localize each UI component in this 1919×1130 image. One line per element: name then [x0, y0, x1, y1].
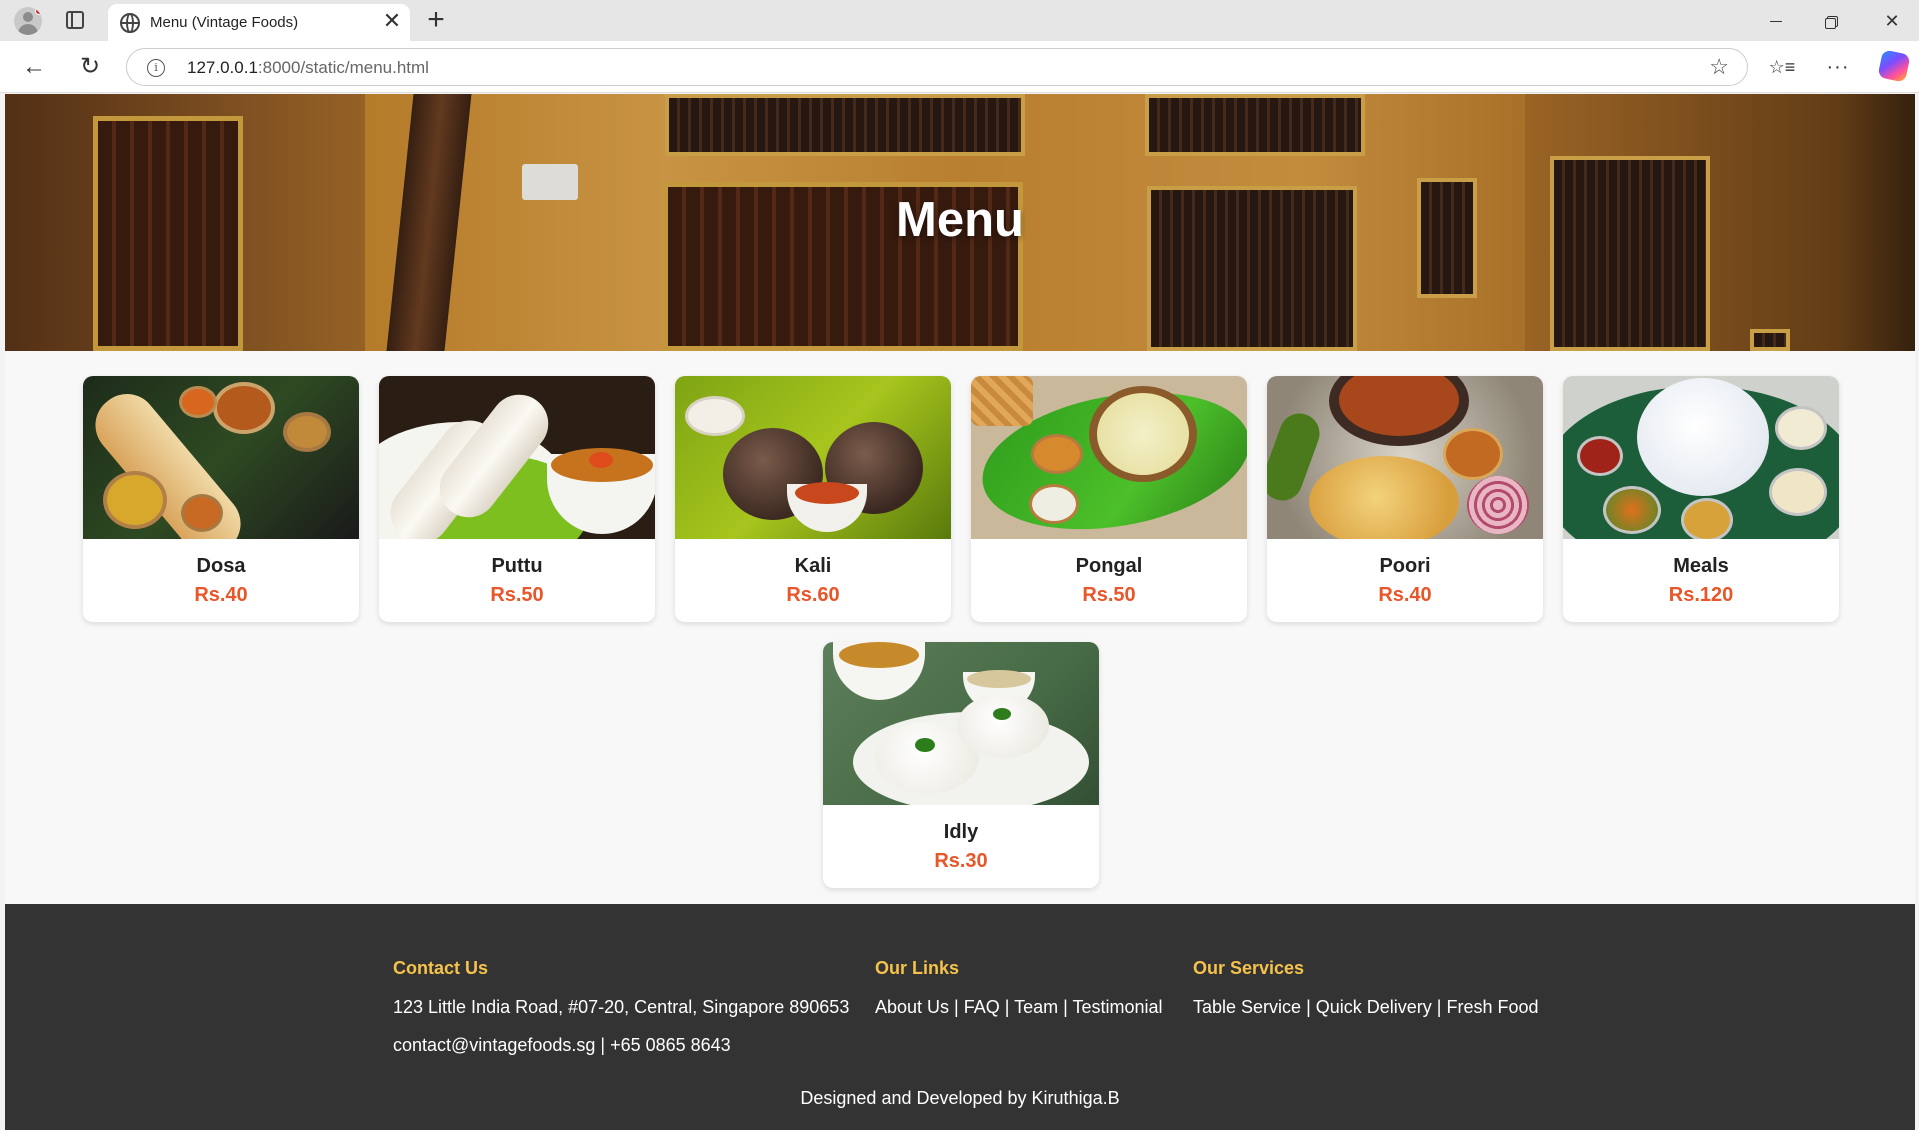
item-name: Kali [794, 555, 832, 577]
item-name: Idly [943, 821, 979, 843]
browser-toolbar: ← ↻ i 127.0.0.1:8000/static/menu.html ☆ … [0, 41, 1919, 93]
menu-card-poori[interactable]: Poori Rs.40 [1267, 376, 1543, 622]
menu-card-dosa[interactable]: Dosa Rs.40 [83, 376, 359, 622]
kali-image [675, 376, 951, 539]
footer-link-testimonial[interactable]: Testimonial [1072, 997, 1162, 1017]
browser-tab-bar: Menu (Vintage Foods) ✕ + ✕ [0, 0, 1919, 41]
item-name: Pongal [1075, 555, 1143, 577]
window-close-button[interactable]: ✕ [1872, 6, 1912, 36]
page-title: Menu [896, 193, 1024, 247]
service-fresh: Fresh Food [1446, 997, 1539, 1017]
menu-card-idly[interactable]: Idly Rs.30 [823, 642, 1099, 888]
item-name: Dosa [196, 555, 246, 577]
tab-actions-icon[interactable] [66, 11, 84, 29]
favorite-star-icon[interactable]: ☆ [1709, 54, 1729, 80]
copilot-icon[interactable] [1877, 49, 1911, 83]
item-price: Rs.30 [934, 850, 988, 872]
dosa-image [83, 376, 359, 539]
separator: | [1058, 997, 1073, 1017]
menu-card-pongal[interactable]: Pongal Rs.50 [971, 376, 1247, 622]
footer-services-heading: Our Services [1193, 958, 1305, 978]
hero-banner: Menu [5, 94, 1915, 351]
globe-icon [120, 13, 140, 33]
new-tab-button[interactable]: + [420, 4, 452, 36]
meals-image [1563, 376, 1839, 539]
service-table: Table Service [1193, 997, 1302, 1017]
pongal-image [971, 376, 1247, 539]
puttu-image [379, 376, 655, 539]
separator: | [1431, 997, 1447, 1017]
item-price: Rs.120 [1668, 584, 1734, 606]
separator: | [1301, 997, 1316, 1017]
address-bar[interactable]: i 127.0.0.1:8000/static/menu.html ☆ [126, 48, 1748, 86]
page-content: Menu Dosa Rs.40 Puttu Rs.50 Kali Rs.60 P… [5, 94, 1915, 1130]
back-button[interactable]: ← [18, 51, 50, 83]
footer-services: Our Services Table Service | Quick Deliv… [1193, 958, 1539, 1035]
footer-links: Our Links About Us | FAQ | Team | Testim… [875, 958, 1163, 1035]
footer-contact-line: contact@vintagefoods.sg | +65 0865 8643 [393, 1035, 731, 1055]
url-host: 127.0.0.1 [187, 58, 258, 77]
footer-address: 123 Little India Road, #07-20, Central, … [393, 997, 850, 1017]
site-info-icon[interactable]: i [147, 59, 165, 77]
menu-card-kali[interactable]: Kali Rs.60 [675, 376, 951, 622]
footer-link-team[interactable]: Team [1014, 997, 1058, 1017]
footer-contact: Contact Us 123 Little India Road, #07-20… [393, 958, 849, 1073]
item-price: Rs.40 [1378, 584, 1432, 606]
minimize-button[interactable] [1756, 6, 1796, 36]
footer-links-heading: Our Links [875, 958, 960, 978]
item-name: Puttu [491, 555, 543, 577]
profile-avatar-icon[interactable] [14, 7, 42, 35]
menu-card-meals[interactable]: Meals Rs.120 [1563, 376, 1839, 622]
close-tab-icon[interactable]: ✕ [380, 9, 404, 33]
item-price: Rs.50 [1082, 584, 1136, 606]
footer-link-faq[interactable]: FAQ [964, 997, 1000, 1017]
poori-image [1267, 376, 1543, 539]
footer-contact-heading: Contact Us [393, 958, 489, 978]
item-name: Meals [1673, 555, 1729, 577]
tab-title: Menu (Vintage Foods) [150, 14, 299, 31]
item-price: Rs.60 [786, 584, 840, 606]
item-price: Rs.50 [490, 584, 544, 606]
separator: | [999, 997, 1015, 1017]
browser-tab[interactable]: Menu (Vintage Foods) ✕ [108, 4, 410, 41]
separator: | [949, 997, 964, 1017]
favorites-icon[interactable]: ☆≡ [1766, 51, 1798, 83]
idly-image [823, 642, 1099, 805]
footer-link-about[interactable]: About Us [875, 997, 949, 1017]
restore-button[interactable] [1812, 6, 1852, 36]
site-footer: Contact Us 123 Little India Road, #07-20… [5, 904, 1915, 1130]
footer-links-list: About Us | FAQ | Team | Testimonial [875, 997, 1163, 1017]
more-options-icon[interactable]: ··· [1822, 51, 1854, 83]
menu-card-puttu[interactable]: Puttu Rs.50 [379, 376, 655, 622]
footer-services-list: Table Service | Quick Delivery | Fresh F… [1193, 997, 1539, 1017]
item-price: Rs.40 [194, 584, 248, 606]
url-text: 127.0.0.1:8000/static/menu.html [187, 58, 429, 78]
footer-credit: Designed and Developed by Kiruthiga.B [800, 1088, 1120, 1108]
reload-button[interactable]: ↻ [74, 51, 106, 83]
item-name: Poori [1379, 555, 1431, 577]
service-delivery: Quick Delivery [1315, 997, 1432, 1017]
url-path: :8000/static/menu.html [257, 58, 429, 77]
